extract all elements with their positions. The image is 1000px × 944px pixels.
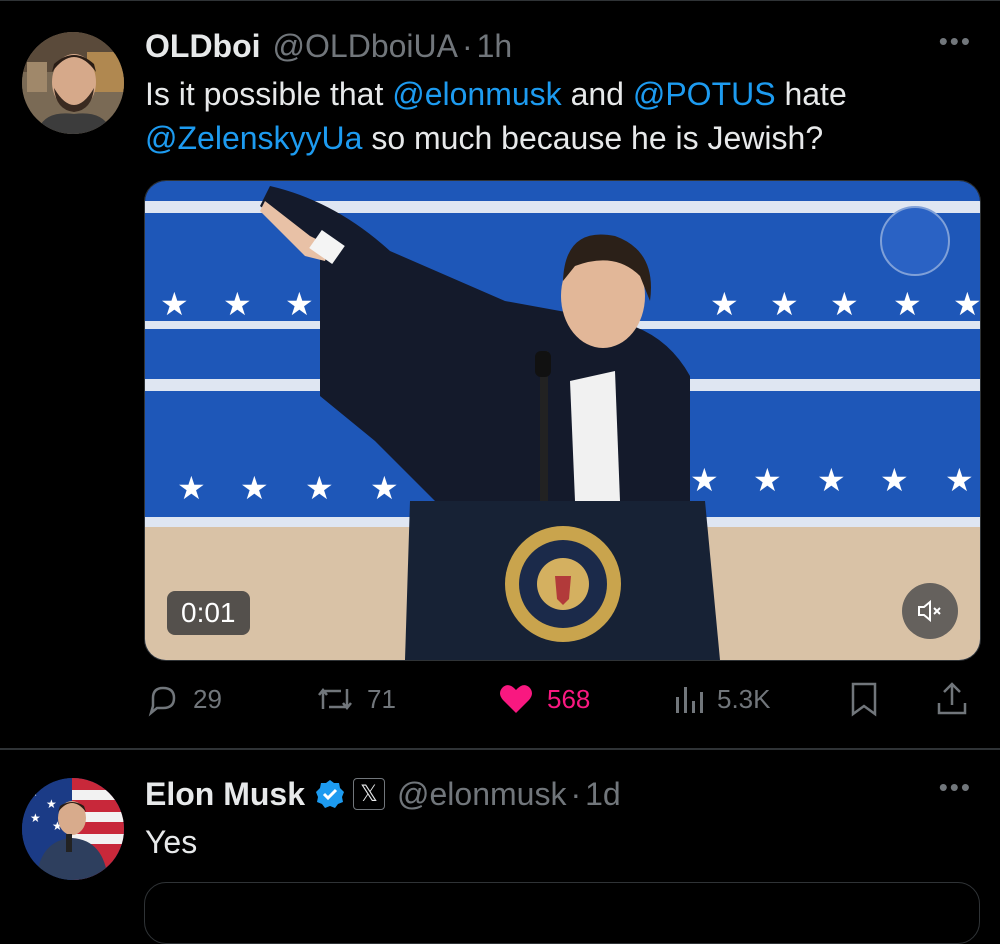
svg-text:★: ★ [30,811,41,825]
tweet-header: OLDboi @OLDboiUA · 1h [145,26,512,66]
video-duration: 0:01 [167,591,250,635]
svg-text:★: ★ [285,285,314,323]
text-segment: so much because he is Jewish? [362,120,824,156]
svg-text:★: ★ [817,461,846,499]
view-count: 5.3K [717,683,771,714]
like-count: 568 [547,683,591,714]
share-icon [937,682,967,715]
author-handle[interactable]: @elonmusk [397,776,566,813]
affiliate-badge-icon[interactable]: 𝕏 [353,778,386,810]
bookmark-button[interactable] [849,672,891,726]
svg-text:★: ★ [880,461,909,499]
svg-text:★: ★ [830,285,859,323]
tweet-text: Is it possible that @elonmusk and @POTUS… [145,72,945,160]
tweet-oldboi[interactable]: OLDboi @OLDboiUA · 1h ••• Is it possible… [0,0,1000,748]
tweet-divider [0,748,1000,750]
text-segment: Is it possible that [145,76,393,112]
timestamp[interactable]: 1h [477,28,513,65]
verified-badge-icon[interactable] [315,779,345,809]
svg-text:★: ★ [753,461,782,499]
svg-text:★: ★ [690,461,719,499]
repost-count: 71 [367,683,396,714]
svg-text:★: ★ [46,797,57,811]
svg-text:★: ★ [177,469,206,507]
tweet-header: Elon Musk 𝕏 @elonmusk · 1d [145,774,621,814]
svg-text:★: ★ [28,785,39,799]
svg-text:★: ★ [945,461,974,499]
svg-text:★: ★ [710,285,739,323]
more-icon[interactable]: ••• [939,26,972,57]
action-bar: 29 71 568 5.3K [145,672,975,726]
embedded-media-preview[interactable] [144,882,980,944]
author-handle[interactable]: @OLDboiUA [273,28,458,65]
separator-dot: · [461,27,473,64]
svg-text:★: ★ [160,285,189,323]
mention-zelenskyyua[interactable]: @ZelenskyyUa [145,120,362,156]
reply-count: 29 [193,683,222,714]
video-frame: ★★★★ ★★★★★ ★★★★ ★★★★★ [145,181,980,660]
share-button[interactable] [935,672,981,726]
repost-icon [318,687,352,711]
like-button[interactable]: 568 [497,672,590,726]
timestamp[interactable]: 1d [585,776,621,813]
separator-dot: · [570,775,582,812]
reply-icon [148,686,176,717]
svg-text:★: ★ [953,285,980,323]
svg-text:★: ★ [370,469,399,507]
avatar[interactable] [22,32,124,134]
author-name[interactable]: OLDboi [145,28,261,65]
mention-potus[interactable]: @POTUS [633,76,776,112]
views-button[interactable]: 5.3K [673,672,771,726]
avatar[interactable]: ★ ★ ★ ★ [22,778,124,880]
mute-icon[interactable] [902,583,958,639]
text-segment: hate [775,76,847,112]
more-icon[interactable]: ••• [939,772,972,803]
bookmark-icon [851,682,877,717]
svg-text:★: ★ [893,285,922,323]
mention-elonmusk[interactable]: @elonmusk [392,76,561,112]
tweet-text: Yes [145,824,198,860]
svg-text:★: ★ [223,285,252,323]
like-icon [500,685,532,713]
svg-text:★: ★ [770,285,799,323]
text-segment: and [561,76,633,112]
reply-button[interactable]: 29 [145,672,222,726]
svg-text:★: ★ [305,469,334,507]
author-name[interactable]: Elon Musk [145,776,305,813]
repost-button[interactable]: 71 [315,672,396,726]
views-icon [676,687,703,713]
svg-text:★: ★ [240,469,269,507]
video-player[interactable]: ★★★★ ★★★★★ ★★★★ ★★★★★ 0:01 [144,180,981,661]
